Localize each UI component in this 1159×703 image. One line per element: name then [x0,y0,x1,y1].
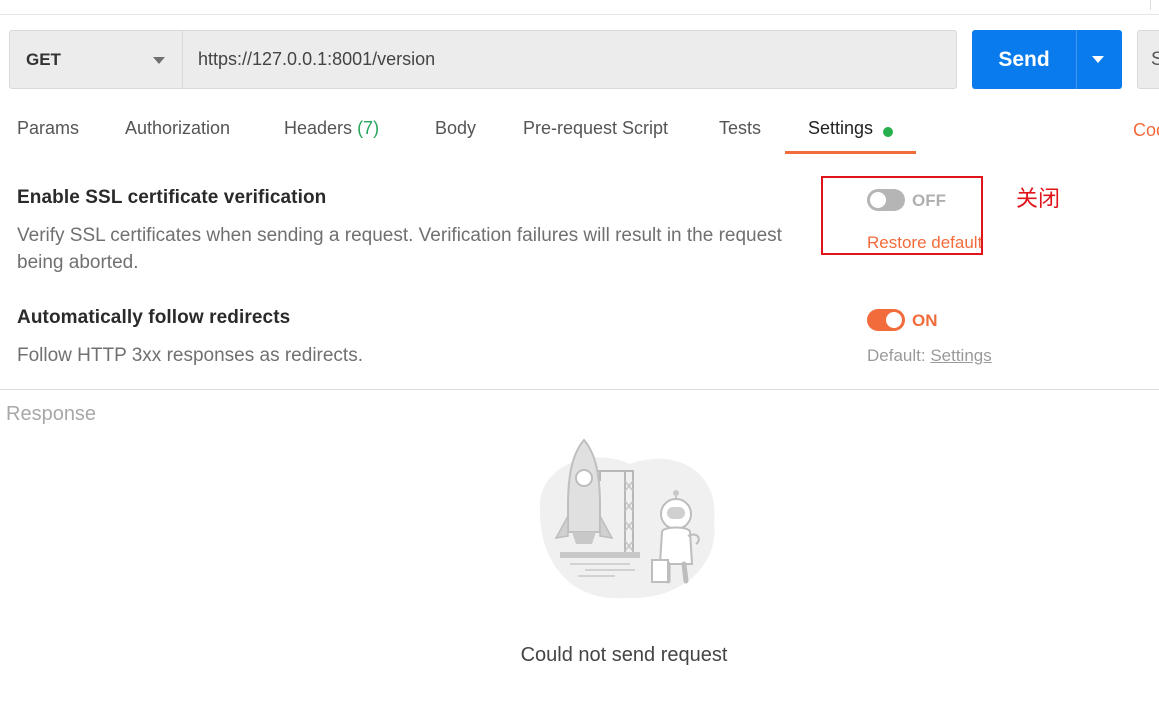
empty-response-message: Could not send request [520,644,728,666]
tab-headers[interactable]: Headers (7) [284,118,379,139]
cookies-link[interactable]: Coo [1133,120,1159,141]
tab-params[interactable]: Params [17,118,79,139]
window-edge [1150,0,1151,10]
default-prefix: Default: [867,346,931,365]
active-tab-indicator [785,151,916,154]
follow-redirects-toggle[interactable] [867,309,905,331]
url-input[interactable]: https://127.0.0.1:8001/version [182,30,957,89]
method-select[interactable]: GET [9,30,182,89]
annotation-highlight-box [821,176,983,255]
redirects-setting-title: Automatically follow redirects [17,307,291,328]
settings-modified-dot-icon [883,127,893,137]
send-button[interactable]: Send [972,30,1076,89]
tab-settings[interactable]: Settings [808,118,873,139]
response-divider [0,389,1159,390]
tab-pre-request-script[interactable]: Pre-request Script [523,118,668,139]
default-settings-link[interactable]: Settings [930,346,991,365]
redirects-default-note: Default: Settings [867,346,992,366]
toggle-knob [886,312,902,328]
tab-body[interactable]: Body [435,118,476,139]
method-label: GET [26,49,61,69]
tab-tests[interactable]: Tests [719,118,761,139]
response-pane-title: Response [6,403,97,425]
rocket-astronaut-illustration-icon [539,438,715,599]
headers-count-badge: (7) [357,118,380,138]
annotation-text: 关闭 [1016,187,1061,212]
save-button[interactable]: S [1137,30,1159,89]
redirects-setting-description: Follow HTTP 3xx responses as redirects. [17,345,363,366]
send-options-button[interactable] [1076,30,1122,89]
redirects-toggle-state: ON [912,311,938,330]
chevron-down-icon [153,57,165,64]
tab-authorization[interactable]: Authorization [125,118,230,139]
ssl-setting-title: Enable SSL certificate verification [17,187,327,208]
ssl-setting-description: Verify SSL certificates when sending a r… [17,225,782,273]
chevron-down-icon [1092,56,1104,63]
tab-label: Headers [284,118,353,138]
top-border [0,14,1159,15]
